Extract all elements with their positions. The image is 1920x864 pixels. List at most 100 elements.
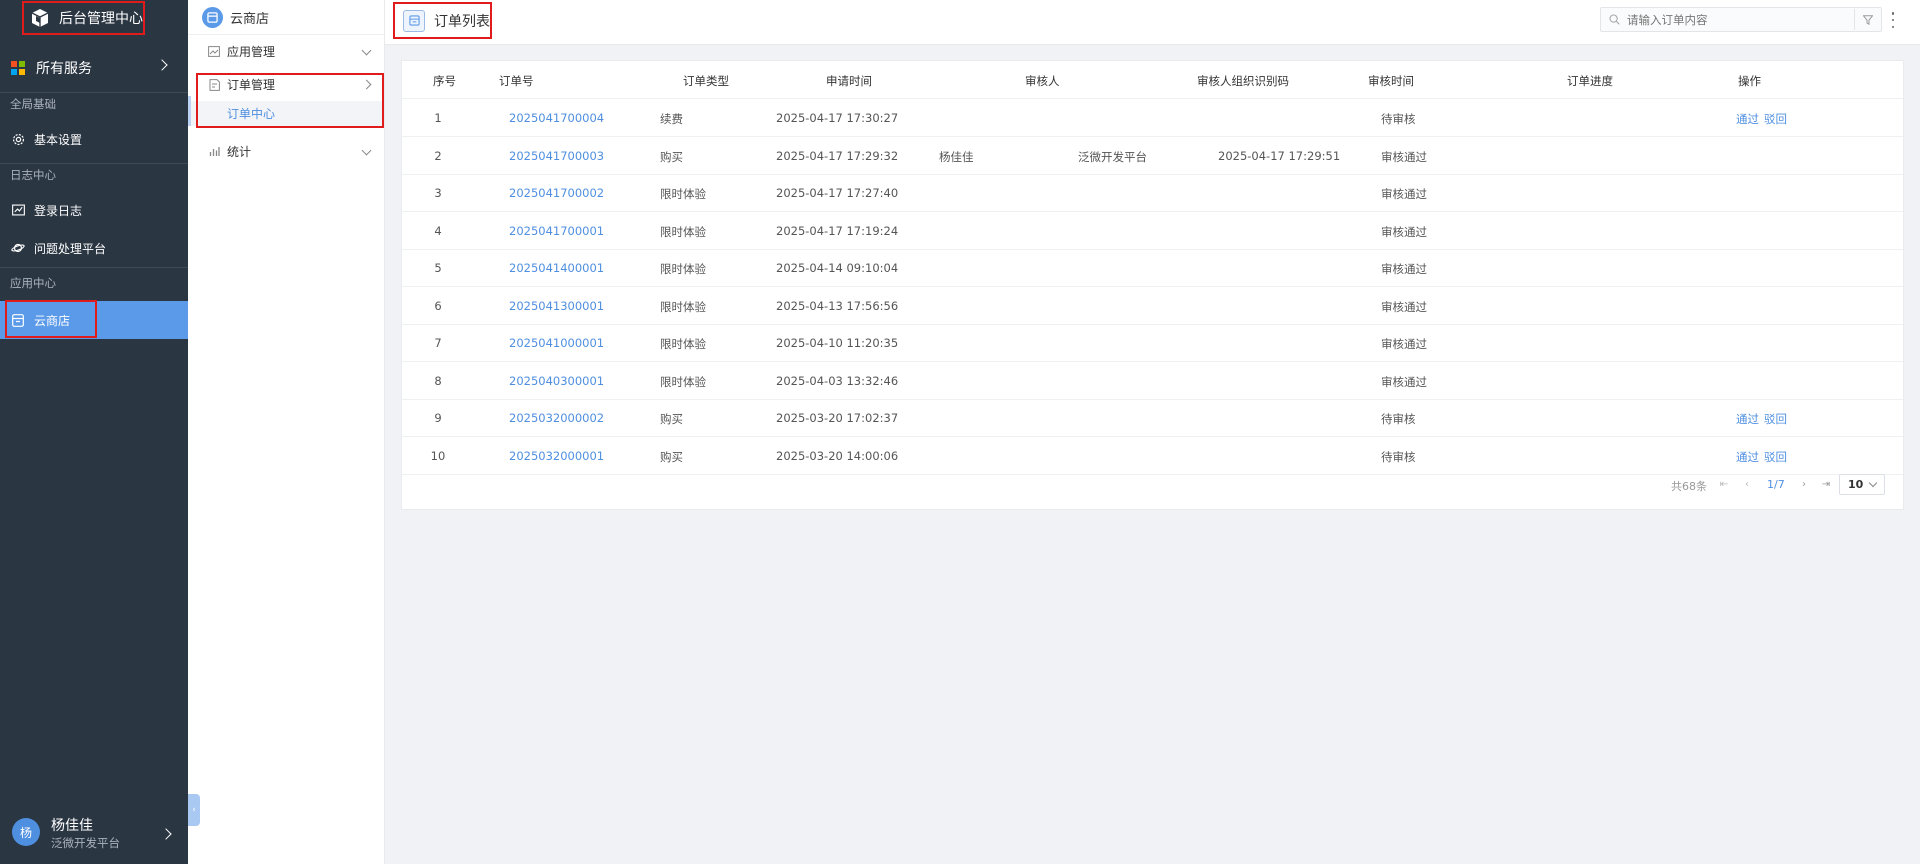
reject-button[interactable]: 驳回: [1764, 412, 1787, 426]
sidebar-item-login-log[interactable]: 登录日志: [0, 194, 188, 226]
order-number-link[interactable]: 2025041700001: [509, 224, 604, 238]
chevron-down-icon: [1868, 478, 1878, 488]
order-number-link[interactable]: 2025032000001: [509, 449, 604, 463]
collapse-toggle-button[interactable]: ‹: [188, 794, 200, 826]
cell-reviewer: 杨佳佳: [939, 149, 974, 164]
cell-index: 9: [434, 411, 442, 425]
filter-button[interactable]: [1854, 9, 1881, 30]
secondary-nav: 云商店 应用管理 订单管理 订单中心 统计: [188, 0, 385, 864]
cell-order-type: 限时体验: [660, 299, 706, 314]
cell-order-status: 待审核: [1381, 412, 1416, 426]
search-input[interactable]: [1627, 12, 1854, 27]
prev-page-icon[interactable]: ‹: [1740, 476, 1754, 492]
cell-index: 1: [434, 111, 442, 125]
next-page-icon[interactable]: ›: [1797, 476, 1811, 492]
approve-button[interactable]: 通过: [1736, 450, 1759, 464]
column-header: 审核时间: [1368, 74, 1414, 88]
table-row: 6 2025041300001 限时体验 2025-04-13 17:56:56 审核通…: [402, 287, 1903, 325]
highlight-box: [196, 73, 384, 128]
subnav-item-label: 统计: [227, 145, 252, 159]
planet-icon: [11, 241, 25, 255]
sidebar-item-label: 基本设置: [34, 132, 83, 147]
cell-actions: 通过 驳回: [1736, 411, 1792, 427]
all-services-button[interactable]: 所有服务: [0, 50, 188, 86]
cell-actions: 通过 驳回: [1736, 111, 1792, 127]
cell-index: 8: [434, 373, 442, 388]
bar-chart-icon: [208, 146, 220, 158]
table-row: 3 2025041700002 限时体验 2025-04-17 17:27:40 审核通…: [402, 174, 1903, 212]
total-count: 共68条: [1671, 480, 1707, 493]
reject-button[interactable]: 驳回: [1764, 112, 1787, 126]
table-row: 5 2025041400001 限时体验 2025-04-14 09:10:04 审核通…: [402, 249, 1903, 287]
subnav-item-statistics[interactable]: 统计: [188, 135, 384, 168]
brand-title: 后台管理中心: [59, 11, 143, 27]
cell-order-status: 审核通过: [1381, 374, 1427, 389]
page-indicator: 1/7: [1767, 478, 1785, 491]
cell-order-status: 审核通过: [1381, 224, 1427, 239]
cell-order-type: 限时体验: [660, 337, 706, 351]
log-chart-icon: [11, 203, 25, 217]
page-size-select[interactable]: 10: [1839, 474, 1885, 495]
active-indicator: [188, 96, 191, 126]
group-title-logs: 日志中心: [10, 168, 56, 182]
cell-apply-time: 2025-04-17 17:30:27: [776, 111, 899, 125]
reject-button[interactable]: 驳回: [1764, 450, 1787, 464]
sidebar-item-basic-settings[interactable]: 基本设置: [0, 123, 188, 155]
order-number-link[interactable]: 2025041400001: [509, 261, 604, 275]
cell-apply-time: 2025-04-14 09:10:04: [776, 261, 899, 275]
main-sidebar: 后台管理中心 所有服务 全局基础 基本设置 日志中心 登录日志 问题处理平台 应…: [0, 0, 188, 864]
order-number-link[interactable]: 2025041300001: [509, 299, 604, 313]
order-number-link[interactable]: 2025041700002: [509, 186, 604, 200]
store-icon: [202, 6, 223, 28]
sidebar-item-label: 登录日志: [34, 203, 83, 218]
cell-index: 3: [434, 186, 442, 200]
column-header: 操作: [1738, 74, 1761, 88]
cell-index: 2: [434, 148, 442, 163]
cube-logo-icon: [31, 9, 49, 27]
column-header: 订单号: [499, 74, 534, 88]
order-number-link[interactable]: 2025041700003: [509, 149, 604, 163]
cell-index: 5: [434, 261, 442, 275]
sidebar-item-issue-platform[interactable]: 问题处理平台: [0, 232, 188, 264]
cell-order-type: 续费: [660, 112, 683, 126]
highlight-box: [5, 300, 97, 338]
brand[interactable]: 后台管理中心: [22, 1, 145, 35]
column-header: 订单类型: [683, 74, 729, 88]
order-number-link[interactable]: 2025040300001: [509, 374, 604, 388]
divider: [0, 163, 188, 164]
subnav-item-app-management[interactable]: 应用管理: [188, 35, 384, 68]
user-profile[interactable]: 杨 杨佳佳 泛微开发平台: [12, 815, 188, 855]
cell-apply-time: 2025-03-20 14:00:06: [776, 448, 899, 463]
cell-review-time: 2025-04-17 17:29:51: [1218, 148, 1341, 163]
order-number-link[interactable]: 2025041000001: [509, 336, 604, 350]
cell-actions: 通过 驳回: [1736, 449, 1792, 465]
order-number-link[interactable]: 2025041700004: [509, 111, 604, 125]
cell-order-type: 限时体验: [660, 262, 706, 276]
cell-order-status: 审核通过: [1381, 187, 1427, 201]
approve-button[interactable]: 通过: [1736, 412, 1759, 426]
subnav-header: 云商店: [188, 0, 384, 35]
divider: [0, 267, 188, 268]
avatar: 杨: [12, 818, 40, 846]
search-icon: [1609, 14, 1621, 25]
first-page-icon[interactable]: ⇤: [1717, 476, 1731, 492]
chevron-right-icon: [160, 828, 172, 840]
cell-order-status: 审核通过: [1381, 299, 1427, 314]
cell-order-type: 购买: [660, 149, 683, 164]
order-number-link[interactable]: 2025032000002: [509, 411, 604, 425]
last-page-icon[interactable]: ⇥: [1819, 476, 1833, 492]
search-box: [1600, 7, 1882, 32]
all-services-label: 所有服务: [36, 61, 92, 77]
cell-order-status: 审核通过: [1381, 262, 1427, 276]
pagination: 共68条 ⇤ ‹ 1/7 › ⇥ 10: [402, 472, 1903, 502]
cell-order-type: 购买: [660, 449, 683, 464]
user-name: 杨佳佳: [51, 818, 93, 834]
approve-button[interactable]: 通过: [1736, 112, 1759, 126]
cell-order-type: 限时体验: [660, 224, 706, 239]
user-org: 泛微开发平台: [51, 836, 120, 850]
table-row: 2 2025041700003 购买 2025-04-17 17:29:32 杨佳佳 泛微…: [402, 137, 1903, 175]
more-options-icon[interactable]: [1890, 12, 1896, 28]
subnav-title: 云商店: [230, 11, 270, 27]
topbar: 订单列表: [385, 0, 1920, 45]
cell-order-type: 购买: [660, 412, 683, 426]
